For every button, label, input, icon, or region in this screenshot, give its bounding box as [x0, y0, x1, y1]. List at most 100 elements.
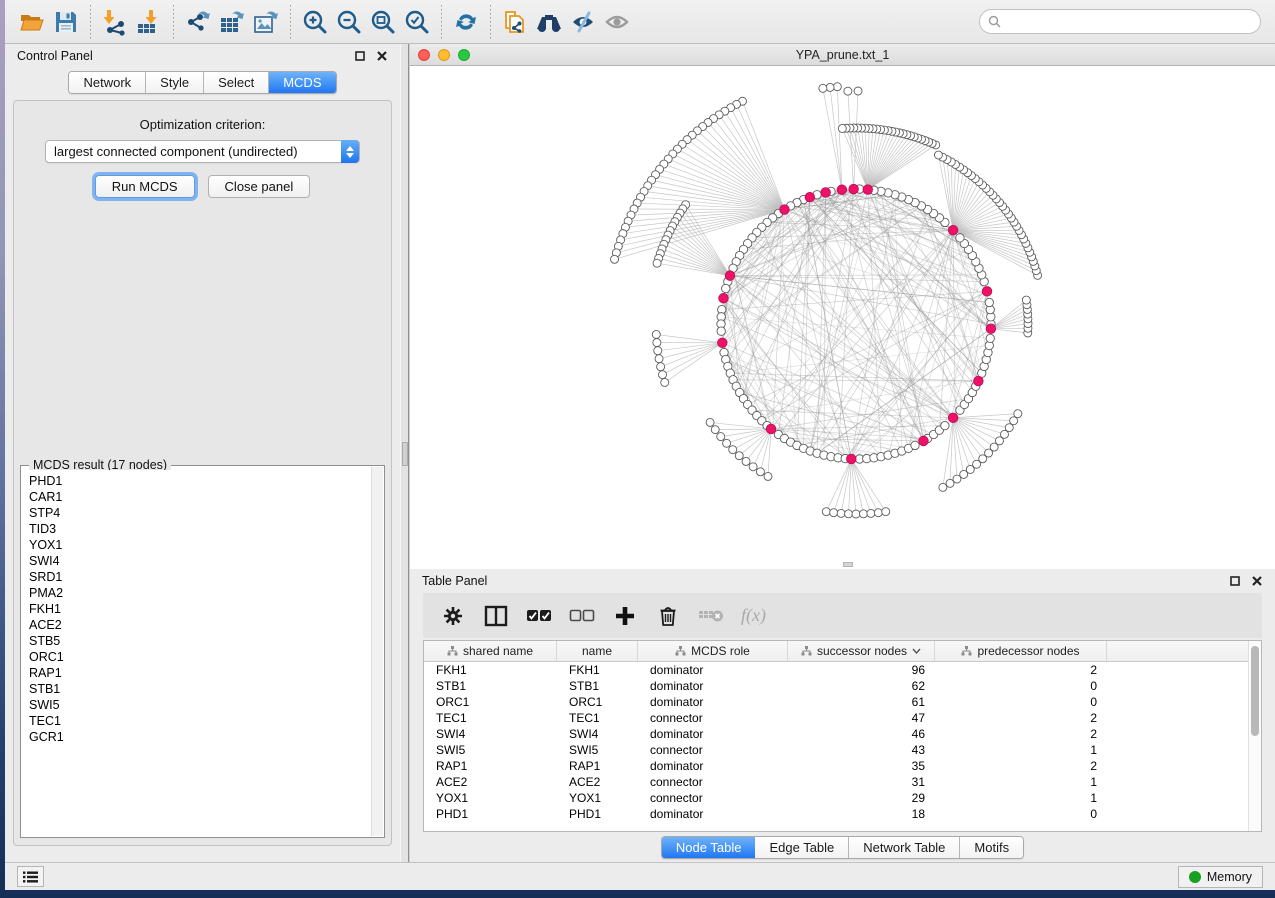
float-table-panel-icon[interactable] — [1228, 574, 1241, 587]
table-row[interactable]: SWI4SWI4dominator462 — [424, 726, 1261, 742]
mcds-hub-node[interactable] — [919, 436, 929, 446]
mcds-result-scrollbar[interactable] — [371, 467, 383, 836]
network-graph[interactable] — [410, 66, 1274, 569]
tab-edge-table[interactable]: Edge Table — [755, 837, 849, 858]
leaf-node[interactable] — [822, 508, 830, 516]
ring-node[interactable] — [722, 284, 730, 292]
table-row[interactable]: ACE2ACE2connector311 — [424, 774, 1261, 790]
mcds-result-list[interactable]: PHD1CAR1STP4TID3YOX1SWI4SRD1PMA2FKH1ACE2… — [22, 470, 371, 836]
leaf-node[interactable] — [854, 87, 862, 95]
export-table-icon[interactable] — [215, 5, 249, 39]
leaf-node[interactable] — [819, 84, 827, 92]
close-table-panel-icon[interactable] — [1250, 574, 1263, 587]
mcds-hub-node[interactable] — [982, 287, 992, 297]
select-all-rows-icon[interactable] — [526, 603, 552, 629]
mcds-hub-node[interactable] — [780, 205, 790, 215]
tab-network-table[interactable]: Network Table — [849, 837, 960, 858]
leaf-node[interactable] — [735, 452, 743, 460]
close-panel-button[interactable]: Close panel — [208, 175, 311, 198]
split-table-columns-icon[interactable] — [483, 603, 509, 629]
show-all-eye-icon[interactable] — [600, 5, 634, 39]
table-row[interactable]: SWI5SWI5connector431 — [424, 742, 1261, 758]
leaf-node[interactable] — [837, 509, 845, 517]
mcds-result-item[interactable]: STB5 — [29, 633, 371, 649]
add-column-icon[interactable] — [612, 603, 638, 629]
export-image-icon[interactable] — [249, 5, 283, 39]
mcds-hub-node[interactable] — [974, 376, 984, 386]
leaf-node[interactable] — [706, 418, 714, 426]
leaf-node[interactable] — [852, 510, 860, 518]
leaf-node[interactable] — [833, 83, 841, 91]
leaf-node[interactable] — [859, 510, 867, 518]
leaf-node[interactable] — [838, 124, 846, 132]
leaf-node[interactable] — [729, 446, 737, 454]
mcds-hub-node[interactable] — [986, 324, 996, 334]
mcds-result-item[interactable]: TEC1 — [29, 713, 371, 729]
leaf-node[interactable] — [764, 472, 772, 480]
mcds-result-item[interactable]: SWI5 — [29, 697, 371, 713]
leaf-node[interactable] — [830, 509, 838, 517]
table-row[interactable]: FKH1FKH1dominator962 — [424, 662, 1261, 678]
hide-selected-eye-icon[interactable] — [566, 5, 600, 39]
ring-node[interactable] — [985, 298, 993, 306]
leaf-node[interactable] — [826, 83, 834, 91]
leaf-node[interactable] — [1014, 410, 1022, 418]
leaf-node[interactable] — [1022, 296, 1030, 304]
mcds-result-item[interactable]: PHD1 — [29, 473, 371, 489]
mcds-hub-node[interactable] — [863, 185, 873, 195]
leaf-node[interactable] — [939, 483, 947, 491]
ring-node[interactable] — [911, 441, 919, 449]
tab-style[interactable]: Style — [146, 72, 204, 93]
leaf-node[interactable] — [661, 378, 669, 386]
column-header-predecessor-nodes[interactable]: predecessor nodes — [935, 641, 1107, 661]
mcds-hub-node[interactable] — [719, 293, 729, 303]
open-file-icon[interactable] — [15, 5, 49, 39]
tab-motifs[interactable]: Motifs — [960, 837, 1023, 858]
zoom-out-icon[interactable] — [332, 5, 366, 39]
leaf-node[interactable] — [845, 510, 853, 518]
mcds-hub-node[interactable] — [837, 185, 847, 195]
mcds-result-item[interactable]: ORC1 — [29, 649, 371, 665]
mcds-result-item[interactable]: STB1 — [29, 681, 371, 697]
deselect-all-rows-icon[interactable] — [569, 603, 595, 629]
table-row[interactable]: YOX1YOX1connector291 — [424, 790, 1261, 806]
mcds-result-item[interactable]: CAR1 — [29, 489, 371, 505]
leaf-node[interactable] — [749, 463, 757, 471]
mcds-result-item[interactable]: YOX1 — [29, 537, 371, 553]
leaf-node[interactable] — [654, 347, 662, 355]
column-header-successor-nodes[interactable]: successor nodes — [788, 641, 935, 661]
mcds-result-item[interactable]: SRD1 — [29, 569, 371, 585]
mcds-result-item[interactable]: FKH1 — [29, 601, 371, 617]
zoom-in-icon[interactable] — [298, 5, 332, 39]
leaf-node[interactable] — [723, 439, 731, 447]
column-header-shared-name[interactable]: shared name — [424, 641, 557, 661]
mcds-result-item[interactable]: STP4 — [29, 505, 371, 521]
ring-node[interactable] — [956, 234, 964, 242]
save-session-icon[interactable] — [49, 5, 83, 39]
mcds-hub-node[interactable] — [948, 413, 958, 423]
column-header-name[interactable]: name — [557, 641, 638, 661]
ring-node[interactable] — [717, 327, 725, 335]
delete-column-trash-icon[interactable] — [655, 603, 681, 629]
mcds-result-item[interactable]: SWI4 — [29, 553, 371, 569]
search-input[interactable] — [979, 9, 1261, 34]
leaf-node[interactable] — [711, 426, 719, 434]
leaf-node[interactable] — [882, 508, 890, 516]
leaf-node[interactable] — [844, 87, 852, 95]
leaf-node[interactable] — [611, 255, 619, 263]
mcds-result-item[interactable]: RAP1 — [29, 665, 371, 681]
leaf-node[interactable] — [717, 433, 725, 441]
mcds-hub-node[interactable] — [948, 225, 958, 235]
task-history-icon[interactable] — [17, 866, 44, 887]
tab-network[interactable]: Network — [69, 72, 146, 93]
optimization-criterion-dropdown[interactable]: largest connected component (undirected) — [45, 140, 360, 163]
mcds-hub-node[interactable] — [766, 424, 776, 434]
table-row[interactable]: RAP1RAP1dominator352 — [424, 758, 1261, 774]
column-header-MCDS-role[interactable]: MCDS role — [638, 641, 788, 661]
memory-button[interactable]: Memory — [1178, 866, 1263, 888]
zoom-selected-icon[interactable] — [400, 5, 434, 39]
leaf-node[interactable] — [934, 151, 942, 159]
export-network-icon[interactable] — [181, 5, 215, 39]
leaf-node[interactable] — [657, 363, 665, 371]
float-panel-icon[interactable] — [353, 49, 366, 62]
